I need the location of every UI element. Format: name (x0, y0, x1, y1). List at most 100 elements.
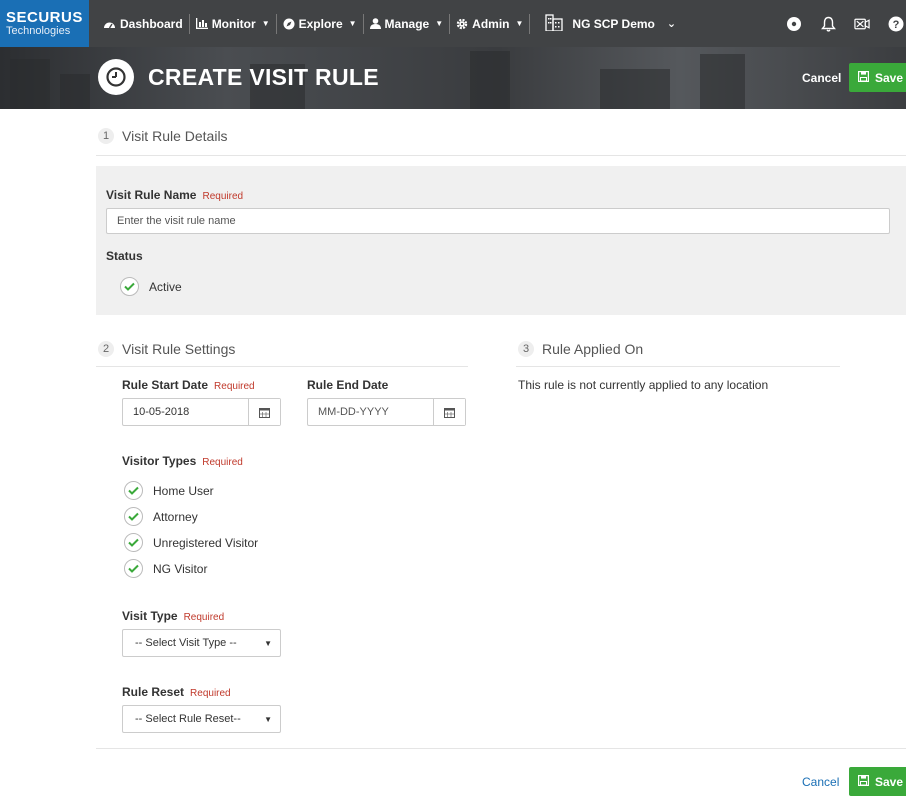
top-navbar: SECURUS Technologies Dashboard Monitor ▼… (0, 0, 906, 47)
org-selector[interactable]: NG SCP Demo ⌄ (530, 13, 676, 34)
visitor-type-label: Home User (153, 483, 214, 498)
nav-manage-label: Manage (384, 16, 430, 31)
checkmark-icon (124, 533, 143, 552)
calendar-icon[interactable] (248, 399, 280, 425)
section-2-number: 2 (98, 341, 114, 357)
visit-type-label-text: Visit Type (122, 609, 178, 623)
status-dot-icon[interactable] (786, 16, 802, 32)
section-3-divider (516, 366, 840, 367)
chevron-down-icon: ▼ (435, 19, 444, 28)
status-active-checkbox[interactable]: Active (120, 277, 182, 296)
footer-save-button[interactable]: Save (849, 767, 906, 796)
footer-save-label: Save (875, 774, 904, 789)
visitor-types-label: Visitor Types Required (122, 454, 243, 468)
visitor-type-label: Attorney (153, 509, 198, 524)
save-icon (858, 70, 870, 85)
securus-logo[interactable]: SECURUS Technologies (0, 0, 89, 47)
visit-rule-details-panel: Visit Rule Name Required Enter the visit … (96, 166, 906, 315)
section-2-divider (96, 366, 468, 367)
checkmark-icon (124, 507, 143, 526)
rule-end-date-label: Rule End Date (307, 378, 389, 392)
bell-icon[interactable] (820, 16, 836, 32)
section-3-header: 3 Rule Applied On (518, 341, 643, 357)
visit-rule-name-label-text: Visit Rule Name (106, 188, 197, 202)
rule-start-date-label-text: Rule Start Date (122, 378, 209, 392)
header-save-label: Save (875, 70, 904, 85)
section-3-title: Rule Applied On (542, 341, 644, 357)
rule-start-date-field[interactable]: 10-05-2018 (122, 398, 281, 426)
section-1-number: 1 (98, 128, 114, 144)
nav-admin[interactable]: Admin ▼ (450, 0, 529, 47)
section-1-divider (96, 155, 906, 156)
chevron-down-icon: ▼ (264, 638, 272, 648)
required-tag: Required (202, 191, 244, 202)
help-icon[interactable]: ? (888, 16, 904, 32)
svg-text:?: ? (893, 19, 900, 31)
visit-rule-name-placeholder: Enter the visit rule name (117, 215, 236, 227)
nav-monitor-label: Monitor (211, 16, 256, 31)
nav-explore-label: Explore (298, 16, 343, 31)
status-label: Status (106, 249, 143, 263)
nav-explore[interactable]: Explore ▼ (277, 0, 363, 47)
rule-start-date-label: Rule Start Date Required (122, 378, 255, 392)
rule-reset-selected: -- Select Rule Reset-- (135, 713, 241, 725)
required-tag: Required (202, 457, 243, 468)
visitor-type-checkbox[interactable]: Unregistered Visitor (124, 533, 258, 552)
section-2-title: Visit Rule Settings (122, 341, 236, 357)
chevron-down-icon: ▼ (264, 714, 272, 724)
visit-type-select[interactable]: -- Select Visit Type -- ▼ (122, 629, 281, 657)
footer-divider (96, 748, 906, 749)
required-tag: Required (190, 688, 231, 699)
nav-dashboard[interactable]: Dashboard (97, 0, 189, 47)
video-off-icon[interactable] (854, 16, 870, 32)
gear-icon (456, 18, 468, 30)
nav-admin-label: Admin (472, 16, 510, 31)
banner-building (10, 59, 50, 109)
rule-reset-label: Rule Reset Required (122, 685, 231, 699)
page-title-group: CREATE VISIT RULE (98, 59, 379, 95)
rule-end-date-field[interactable]: MM-DD-YYYY (307, 398, 466, 426)
rule-reset-select[interactable]: -- Select Rule Reset-- ▼ (122, 705, 281, 733)
visit-type-selected: -- Select Visit Type -- (135, 637, 237, 649)
required-tag: Required (214, 381, 255, 392)
header-cancel-link[interactable]: Cancel (802, 71, 841, 85)
checkmark-icon (124, 559, 143, 578)
chevron-down-icon: ▼ (515, 19, 524, 28)
dashboard-icon (103, 19, 116, 29)
banner-building (470, 51, 510, 109)
nav-monitor[interactable]: Monitor ▼ (190, 0, 276, 47)
section-1-header: 1 Visit Rule Details (98, 128, 228, 144)
toolbar-right: ? (786, 0, 906, 47)
logo-line1: SECURUS (6, 9, 83, 26)
nav-dashboard-label: Dashboard (120, 16, 183, 31)
clock-icon (98, 59, 134, 95)
calendar-icon[interactable] (433, 399, 465, 425)
header-save-button[interactable]: Save (849, 63, 906, 92)
visit-type-label: Visit Type Required (122, 609, 224, 623)
required-tag: Required (183, 612, 225, 623)
visitor-type-checkbox[interactable]: Home User (124, 481, 214, 500)
chevron-down-icon: ▼ (261, 19, 270, 28)
visitor-type-checkbox[interactable]: NG Visitor (124, 559, 207, 578)
org-name: NG SCP Demo (572, 16, 655, 31)
status-active-label: Active (149, 279, 182, 294)
banner-building (60, 74, 90, 109)
banner-building (700, 54, 745, 109)
section-3-number: 3 (518, 341, 534, 357)
visitor-type-label: NG Visitor (153, 561, 208, 576)
bar-chart-icon (195, 18, 208, 29)
save-icon (858, 774, 870, 789)
compass-icon (283, 18, 295, 30)
visitor-type-checkbox[interactable]: Attorney (124, 507, 198, 526)
main-nav: Dashboard Monitor ▼ Explore ▼ Manage ▼ A… (97, 0, 676, 47)
footer-cancel-link[interactable]: Cancel (802, 775, 839, 789)
visit-rule-name-input[interactable]: Enter the visit rule name (106, 208, 890, 234)
nav-manage[interactable]: Manage ▼ (364, 0, 450, 47)
page-header-banner: CREATE VISIT RULE Cancel Save (0, 47, 906, 109)
section-2-header: 2 Visit Rule Settings (98, 341, 235, 357)
page-title: CREATE VISIT RULE (148, 63, 379, 90)
section-1-title: Visit Rule Details (122, 128, 228, 144)
visit-rule-name-label: Visit Rule Name Required (106, 188, 243, 202)
visitor-type-label: Unregistered Visitor (153, 535, 259, 550)
visitor-types-label-text: Visitor Types (122, 454, 197, 468)
